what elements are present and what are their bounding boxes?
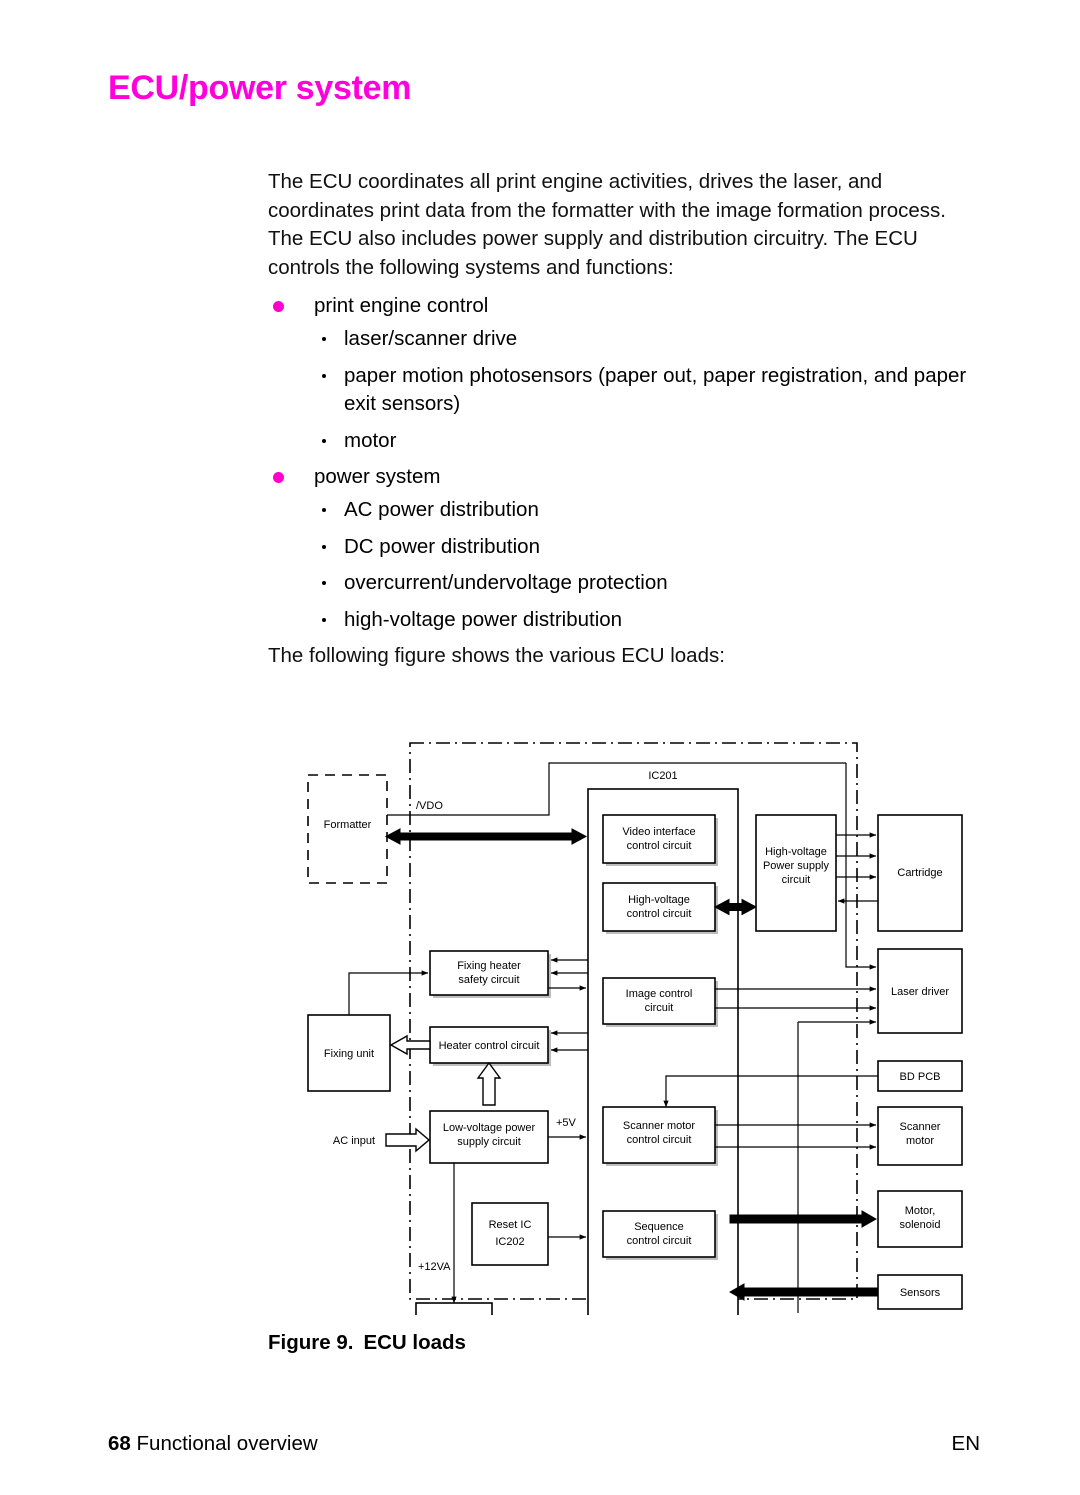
list-item-label: paper motion photosensors (paper out, pa… <box>344 363 967 416</box>
page-footer: 68 Functional overview EN <box>108 1432 980 1458</box>
box-label: circuit <box>782 874 811 886</box>
list-item-label: high-voltage power distribution <box>344 607 623 631</box>
bullet-icon <box>273 472 284 484</box>
list-item: high-voltage power distribution <box>314 606 983 635</box>
sublist-print-engine-control: laser/scanner drive paper motion photose… <box>314 325 983 455</box>
footer-left: 68 Functional overview <box>108 1432 318 1456</box>
list-item: motor <box>314 427 983 456</box>
box-label: Sequence <box>634 1221 684 1233</box>
footer-section: Functional overview <box>136 1432 318 1455</box>
box-label: High-voltage <box>628 894 690 906</box>
box-label: circuit <box>645 1002 674 1014</box>
scanner-motor-links <box>715 1122 877 1150</box>
list-item-power-system: power system AC power distribution DC po… <box>268 463 983 634</box>
box-label: motor <box>906 1135 934 1147</box>
list-item-print-engine-control: print engine control laser/scanner drive… <box>268 292 983 455</box>
sub-bullet-icon <box>322 336 326 341</box>
box-image-control-circuit <box>602 977 716 1025</box>
box-regulator <box>415 1302 493 1315</box>
box-formatter-label: Formatter <box>324 819 372 831</box>
list-item-label: AC power distribution <box>344 497 539 521</box>
sub-bullet-icon <box>322 438 326 443</box>
figure-ecu-loads: .bx { fill:#fff; stroke:#000; stroke-wid… <box>290 725 980 1315</box>
box-label: BD PCB <box>900 1071 941 1083</box>
box-label: Low-voltage power <box>443 1122 536 1134</box>
list-item: paper motion photosensors (paper out, pa… <box>314 362 983 419</box>
body-content: The ECU coordinates all print engine act… <box>268 168 983 671</box>
list-item-label: overcurrent/undervoltage protection <box>344 571 668 595</box>
box-label: Fixing unit <box>324 1048 374 1060</box>
fixing-heater-links <box>548 957 588 991</box>
vdo-to-laser-driver-line <box>845 763 877 970</box>
box-label: Cartridge <box>897 867 942 879</box>
fixing-unit-feedback-line <box>348 970 429 1015</box>
box-high-voltage-power-supply-circuit <box>755 814 837 932</box>
list-item: AC power distribution <box>314 496 983 525</box>
list-item-label: laser/scanner drive <box>344 326 518 350</box>
heater-control-links <box>550 1030 588 1053</box>
sensors-to-sequence-bus <box>728 1283 878 1301</box>
box-high-voltage-control-circuit <box>602 882 716 932</box>
sub-bullet-icon <box>322 581 326 586</box>
box-label: Sensors <box>900 1287 941 1299</box>
list-item: overcurrent/undervoltage protection <box>314 569 983 598</box>
box-label: Scanner motor <box>623 1120 695 1132</box>
box-label: control circuit <box>627 908 692 920</box>
box-label: control circuit <box>627 1235 692 1247</box>
list-item-label: motor <box>344 428 397 452</box>
intro-paragraph: The ECU coordinates all print engine act… <box>268 170 946 279</box>
box-sequence-control-circuit <box>602 1210 716 1258</box>
sub-bullet-icon <box>322 544 326 549</box>
box-label: IC202 <box>495 1236 524 1248</box>
formatter-video-bus <box>384 828 588 845</box>
list-item-label: DC power distribution <box>344 534 540 558</box>
sub-bullet-icon <box>322 373 326 378</box>
lvpower-to-heater-arrow <box>476 1061 502 1106</box>
list-item-label: print engine control <box>314 294 489 318</box>
box-label: Power supply <box>763 860 830 872</box>
list-item: DC power distribution <box>314 533 983 562</box>
ac-input-label: AC input <box>333 1135 375 1147</box>
sub-bullet-icon <box>322 617 326 622</box>
box-label: Heater control circuit <box>439 1040 540 1052</box>
ac-input-arrow <box>385 1127 431 1153</box>
figure-caption-number: Figure 9. <box>268 1331 354 1354</box>
box-label: Reset IC <box>489 1219 532 1231</box>
image-control-laser-links <box>715 986 877 1011</box>
box-video-interface-control-circuit <box>602 814 716 864</box>
box-label: High-voltage <box>765 846 827 858</box>
sub-bullet-icon <box>322 507 326 512</box>
feature-list: print engine control laser/scanner drive… <box>268 292 983 634</box>
box-fixing-heater-safety-circuit <box>429 950 549 996</box>
list-item: laser/scanner drive <box>314 325 983 354</box>
box-label: supply circuit <box>457 1136 521 1148</box>
box-label: Motor, <box>905 1205 936 1217</box>
list-item-label: power system <box>314 465 441 489</box>
closing-paragraph: The following figure shows the various E… <box>268 644 725 668</box>
plus12va-label: +12VA <box>418 1261 451 1273</box>
box-reset-ic <box>471 1202 549 1266</box>
footer-page-number: 68 <box>108 1432 131 1455</box>
box-label: Image control <box>626 988 693 1000</box>
page-title: ECU/power system <box>108 69 412 107</box>
box-label: safety circuit <box>458 974 519 986</box>
figure-caption: Figure 9. ECU loads <box>268 1331 466 1355</box>
sequence-to-motor-bus <box>729 1210 878 1228</box>
box-label: solenoid <box>900 1219 941 1231</box>
box-label: control circuit <box>627 840 692 852</box>
plus5v-label-a: +5V <box>556 1117 577 1129</box>
vdo-label: /VDO <box>416 800 443 812</box>
bullet-icon <box>273 301 284 313</box>
box-label: Scanner <box>900 1121 941 1133</box>
ic201-label: IC201 <box>648 770 677 782</box>
box-label: Video interface <box>622 826 695 838</box>
box-label: control circuit <box>627 1134 692 1146</box>
ecu-block-diagram: .bx { fill:#fff; stroke:#000; stroke-wid… <box>307 742 963 1315</box>
box-label: Fixing heater <box>457 960 521 972</box>
figure-caption-title: ECU loads <box>363 1331 466 1354</box>
footer-language: EN <box>951 1432 980 1455</box>
box-label: Laser driver <box>891 986 949 998</box>
sublist-power-system: AC power distribution DC power distribut… <box>314 496 983 634</box>
